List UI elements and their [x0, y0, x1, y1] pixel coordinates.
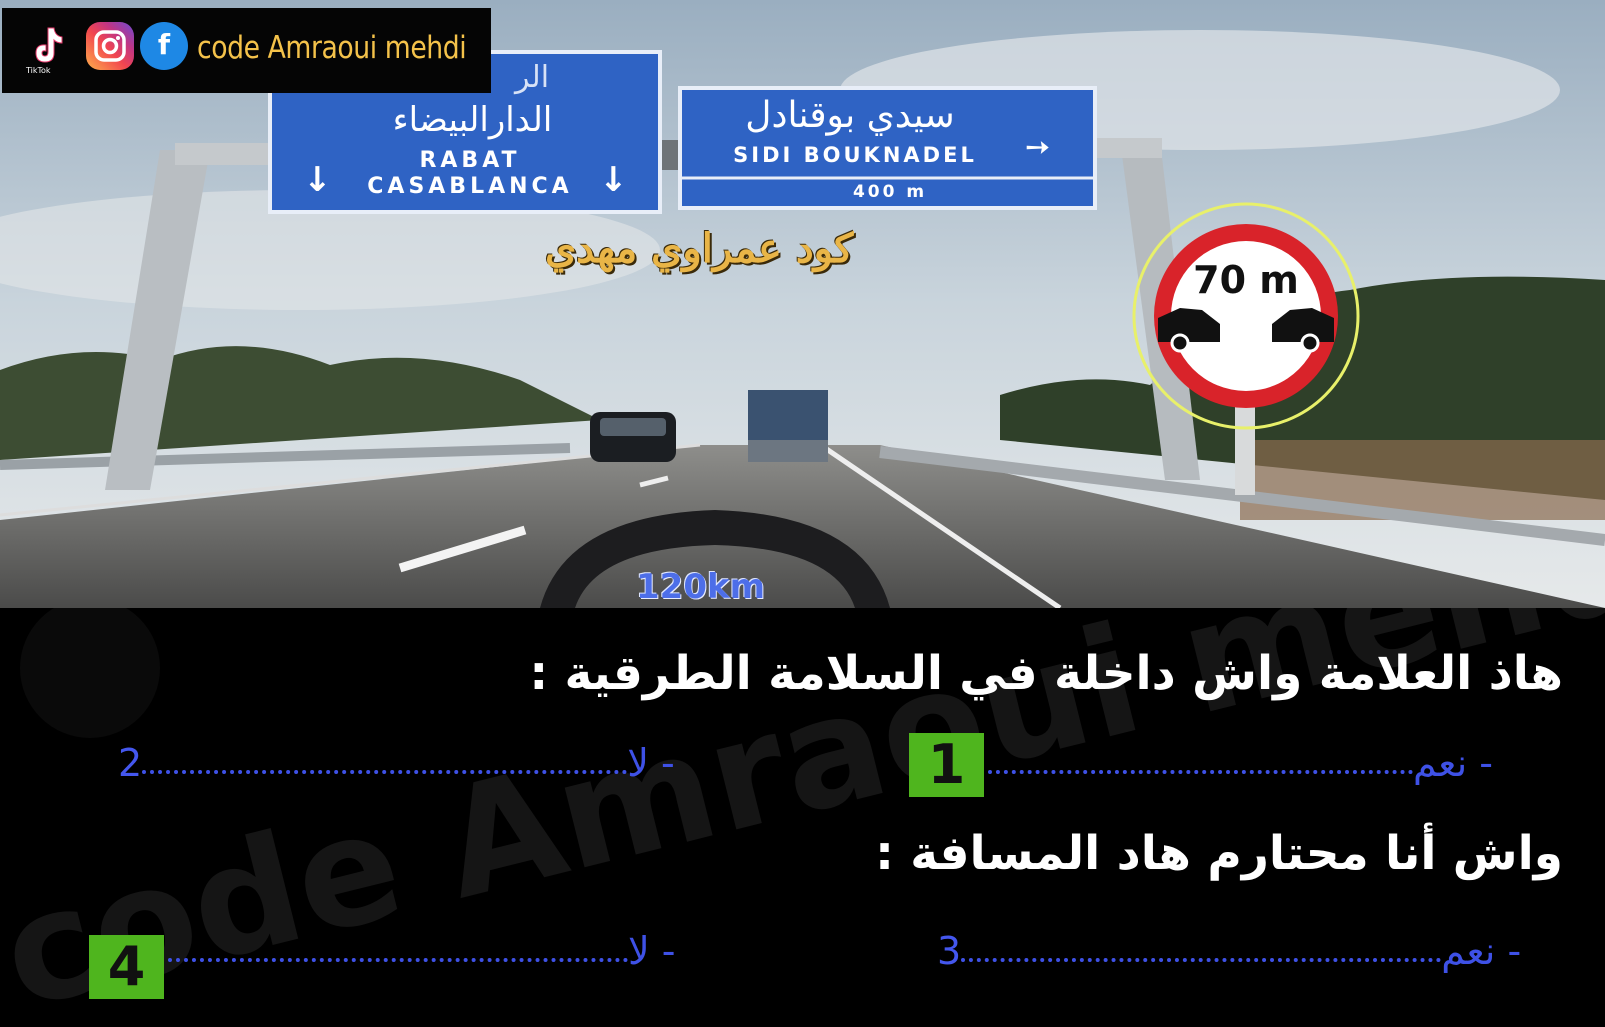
answer-3-label: - نعم — [1441, 928, 1522, 973]
question-1: هاذ العلامة واش داخلة في السلامة الطرقية… — [529, 646, 1563, 701]
right-arrow-down-icon: ↓ — [599, 160, 628, 200]
left-sign-top-partial: الر — [515, 60, 550, 95]
watermark-arabic: كود عمراوي مهدي — [545, 225, 854, 272]
social-bar: TikTok f code Amraoui mehdi — [2, 8, 491, 93]
answer-4-dots — [168, 940, 628, 962]
answer-2-label: - لا — [627, 740, 675, 785]
question-2: واش أنا محتارم هاد المسافة : — [875, 826, 1563, 881]
right-sign-distance: 400 m — [852, 182, 928, 202]
speed-readout: 120km — [636, 567, 766, 607]
tiktok-caption: TikTok — [26, 66, 51, 75]
answer-4-label: - لا — [628, 928, 676, 973]
left-sign-latin-1: RABAT — [419, 148, 521, 173]
left-sign-latin-2: CASABLANCA — [367, 174, 573, 199]
answer-3-dots — [961, 940, 1442, 962]
answer-4-badge[interactable]: 4 — [89, 935, 164, 999]
answer-2-number: 2 — [118, 740, 143, 785]
answer-4-line[interactable]: - لا — [168, 926, 675, 973]
right-sign-latin: SIDI BOUKNADEL — [733, 143, 977, 167]
road-scene: الر الدارالبيضاء RABAT CASABLANCA ↓ ↓ سي… — [0, 0, 1605, 608]
distance-sign-value: 70 m — [1193, 258, 1299, 302]
answer-2-dots — [142, 752, 628, 774]
answer-3-line[interactable]: 3 - نعم — [937, 926, 1521, 973]
right-sign-arabic: سيدي بوقنادل — [745, 95, 955, 136]
facebook-glyph: f — [157, 28, 171, 61]
instagram-icon — [86, 22, 134, 70]
facebook-icon: f — [140, 22, 188, 70]
quiz-panel: code Amraoui mehdi هاذ العلامة واش داخلة… — [0, 608, 1605, 1027]
answer-1-badge[interactable]: 1 — [909, 733, 984, 797]
answer-2-line[interactable]: 2 - لا — [118, 738, 675, 785]
answer-1-dots — [988, 752, 1413, 774]
answer-1-line[interactable]: - نعم — [988, 738, 1493, 785]
channel-name: code Amraoui mehdi — [197, 30, 467, 66]
answer-3-number: 3 — [937, 928, 962, 973]
distance-sign — [1132, 202, 1360, 430]
left-sign-arrow-down-icon: ↓ — [303, 160, 332, 200]
left-sign-arabic: الدارالبيضاء — [392, 100, 553, 140]
tiktok-icon: TikTok — [24, 22, 72, 75]
answer-1-label: - نعم — [1413, 740, 1493, 785]
